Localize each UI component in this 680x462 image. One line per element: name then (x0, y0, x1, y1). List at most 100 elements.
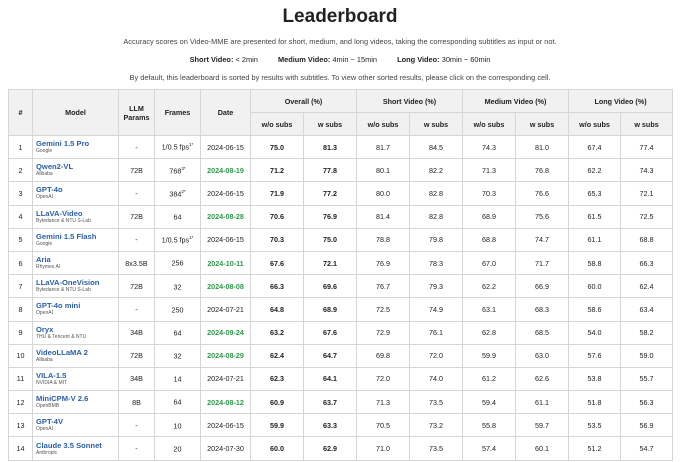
model-link[interactable]: LLaVA-Video (36, 209, 118, 218)
header-long-video[interactable]: Long Video (%) (568, 89, 674, 113)
header-frames[interactable]: Frames (154, 89, 201, 136)
long-wo-subs-cell: 67.4 (568, 134, 622, 160)
model-link[interactable]: Gemini 1.5 Pro (36, 139, 118, 148)
llm-params-cell: - (118, 436, 155, 461)
model-link[interactable]: GPT-4o mini (36, 301, 118, 310)
header-long-w-subs[interactable]: w subs (620, 112, 674, 136)
overall-w-subs-cell: 72.1 (303, 250, 357, 276)
header-long-wo-subs[interactable]: w/o subs (568, 112, 622, 136)
header-short-wo-subs[interactable]: w/o subs (356, 112, 410, 136)
frames-value: 32 (173, 281, 182, 291)
table-row: 2 Qwen2-VL Alibaba 72B 7683* 2024-08-19 71.2 77… (8, 158, 674, 183)
model-link[interactable]: GPT-4o (36, 185, 118, 194)
header-overall[interactable]: Overall (%) (250, 89, 357, 113)
legend-medium-value: 4min ~ 15min (332, 55, 378, 64)
long-w-subs-cell: 54.7 (620, 436, 674, 461)
model-link[interactable]: GPT-4V (36, 417, 118, 426)
model-org: Bytedance & NTU S-Lab (36, 287, 91, 294)
short-w-subs-cell: 73.2 (408, 413, 464, 438)
model-org: OpenAI (36, 310, 53, 317)
overall-w-subs-cell: 77.8 (303, 158, 357, 183)
header-date[interactable]: Date (200, 89, 251, 136)
model-org: OpenBMB (36, 403, 60, 410)
model-link[interactable]: Oryx (36, 325, 118, 334)
model-link[interactable]: VILA-1.5 (36, 371, 118, 380)
long-wo-subs-cell: 61.1 (568, 227, 622, 252)
model-org: Bytedance & NTU S-Lab (36, 217, 91, 224)
short-w-subs-cell: 74.9 (408, 297, 464, 322)
model-link[interactable]: Claude 3.5 Sonnet (36, 441, 118, 450)
model-link[interactable]: MiniCPM-V 2.6 (36, 394, 118, 403)
table-row: 8 GPT-4o mini OpenAI -250 2024-07-21 64.8 68.9… (8, 297, 674, 322)
overall-w-subs-cell: 63.3 (303, 413, 357, 438)
overall-wo-subs-cell: 71.9 (250, 181, 304, 206)
frames-footnote: 2* (181, 188, 186, 194)
model-org: NVIDIA & MIT (36, 379, 68, 386)
rank-cell: 1 (8, 134, 33, 160)
rank-cell: 10 (8, 343, 33, 368)
model-link[interactable]: Aria (36, 255, 118, 264)
header-rank[interactable]: # (8, 89, 33, 136)
frames-value: 250 (171, 305, 184, 315)
date-cell: 2024-08-08 (200, 274, 251, 299)
overall-w-subs-cell: 63.7 (303, 390, 357, 415)
frames-cell: 1/0.5 fps1* (154, 227, 201, 252)
medium-wo-subs-cell: 67.0 (462, 250, 517, 276)
medium-wo-subs-cell: 61.2 (462, 366, 517, 392)
long-w-subs-cell: 59.0 (620, 343, 674, 368)
date-cell: 2024-07-21 (200, 366, 251, 392)
short-wo-subs-cell: 72.0 (356, 366, 410, 392)
overall-w-subs-cell: 67.6 (303, 320, 357, 345)
overall-w-subs-cell: 75.0 (303, 227, 357, 252)
header-medium-video[interactable]: Medium Video (%) (462, 89, 570, 113)
model-link[interactable]: Qwen2-VL (36, 162, 118, 171)
date-cell: 2024-06-15 (200, 181, 251, 206)
model-link[interactable]: Gemini 1.5 Flash (36, 232, 118, 241)
header-medium-w-subs[interactable]: w subs (515, 112, 570, 136)
model-org: Alibaba (36, 356, 53, 363)
date-cell: 2024-06-15 (200, 227, 251, 252)
header-short-w-subs[interactable]: w subs (408, 112, 464, 136)
model-link[interactable]: VideoLLaMA 2 (36, 348, 118, 357)
llm-params-cell: - (118, 413, 155, 438)
long-w-subs-cell: 77.4 (620, 134, 674, 160)
frames-cell: 3842* (154, 181, 201, 206)
header-overall-wo-subs[interactable]: w/o subs (250, 112, 304, 136)
long-wo-subs-cell: 51.2 (568, 436, 622, 461)
header-medium-wo-subs[interactable]: w/o subs (462, 112, 517, 136)
model-org: Google (36, 148, 53, 155)
legend-long-label: Long Video: (397, 55, 440, 64)
frames-cell: 7683* (154, 158, 201, 183)
long-wo-subs-cell: 58.6 (568, 297, 622, 322)
medium-w-subs-cell: 59.7 (515, 413, 570, 438)
frames-cell: 1/0.5 fps1* (154, 134, 201, 160)
rank-cell: 6 (8, 250, 33, 276)
short-wo-subs-cell: 80.0 (356, 181, 410, 206)
model-cell: GPT-4o OpenAI (32, 181, 119, 206)
medium-wo-subs-cell: 62.2 (462, 274, 517, 299)
long-w-subs-cell: 62.4 (620, 274, 674, 299)
long-w-subs-cell: 56.3 (620, 390, 674, 415)
llm-params-cell: 34B (118, 320, 155, 345)
long-w-subs-cell: 72.5 (620, 204, 674, 229)
table-row: 14 Claude 3.5 Sonnet Anthropic -20 2024-07-3… (8, 436, 674, 461)
frames-cell: 10 (154, 413, 201, 438)
header-overall-w-subs[interactable]: w subs (303, 112, 357, 136)
table-row: 7 LLaVA-OneVision Bytedance & NTU S-Lab 72B… (8, 274, 674, 299)
llm-params-cell: 8x3.5B (118, 250, 155, 276)
page-title: Leaderboard (282, 6, 398, 27)
llm-params-cell: 72B (118, 158, 155, 183)
model-link[interactable]: LLaVA-OneVision (36, 278, 118, 287)
header-llm-params[interactable]: LLM Params (118, 89, 155, 136)
header-short-video[interactable]: Short Video (%) (355, 89, 464, 113)
long-wo-subs-cell: 65.3 (568, 181, 622, 206)
medium-w-subs-cell: 61.1 (515, 390, 570, 415)
overall-wo-subs-cell: 67.6 (250, 250, 304, 276)
header-model[interactable]: Model (32, 89, 119, 136)
frames-value: 768 (169, 165, 182, 175)
short-w-subs-cell: 74.0 (408, 366, 464, 392)
overall-wo-subs-cell: 62.3 (250, 366, 304, 392)
llm-params-cell: 72B (118, 274, 155, 299)
frames-cell: 250 (154, 297, 201, 322)
model-cell: VILA-1.5 NVIDIA & MIT (32, 366, 119, 392)
